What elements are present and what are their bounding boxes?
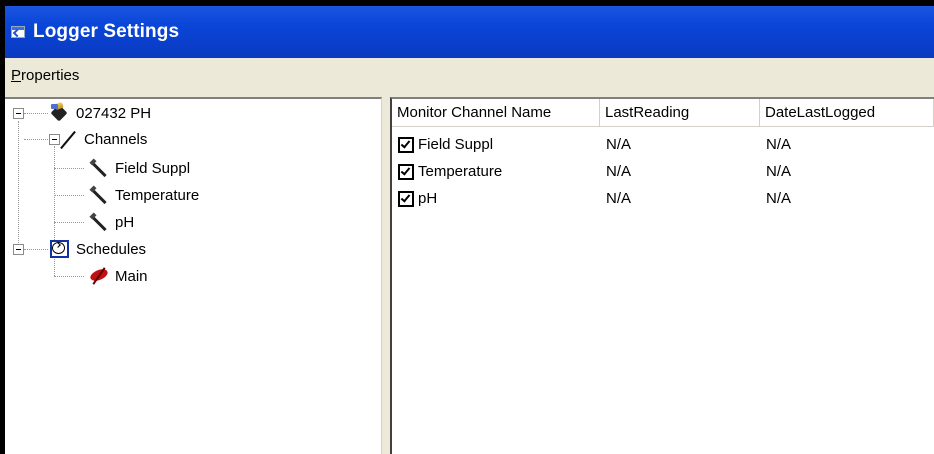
- channel-name: Temperature: [418, 163, 503, 180]
- collapse-root-icon[interactable]: [13, 108, 24, 119]
- list-row[interactable]: Temperature N/A N/A: [392, 158, 934, 185]
- channel-checkbox[interactable]: [398, 136, 414, 153]
- tree-node-schedules-label: Schedules: [76, 240, 147, 258]
- tree-node-root[interactable]: 027432 PH: [49, 101, 152, 123]
- cell-channel-name: Temperature: [392, 163, 600, 180]
- tree-node-channel-field-suppl[interactable]: Field Suppl: [88, 158, 191, 178]
- menu-item-properties[interactable]: Properties: [11, 67, 79, 84]
- cell-channel-name: pH: [392, 190, 600, 207]
- menu-item-properties-label: roperties: [21, 66, 80, 84]
- column-header-last-reading[interactable]: LastReading: [600, 99, 760, 127]
- tree-node-schedule-main[interactable]: Main: [88, 266, 149, 286]
- pen-icon: [57, 129, 79, 150]
- tree-line: [54, 222, 84, 223]
- probe-icon: [88, 185, 110, 205]
- logger-settings-window: Logger Settings Properties 027432 PH Cha…: [5, 6, 934, 454]
- cell-last-reading: N/A: [606, 163, 632, 180]
- channel-name: pH: [418, 190, 438, 207]
- cell-date-last-logged: N/A: [766, 163, 792, 180]
- tree-node-channel-ph[interactable]: pH: [88, 212, 135, 232]
- tree-line: [54, 195, 84, 196]
- tree-line: [54, 168, 84, 169]
- channel-list-view[interactable]: Monitor Channel Name LastReading DateLas…: [390, 97, 934, 454]
- title-bar[interactable]: Logger Settings: [5, 6, 934, 58]
- tree-line: [18, 121, 19, 251]
- column-header-date-last-logged[interactable]: DateLastLogged: [760, 99, 934, 127]
- cell-last-reading: N/A: [606, 190, 632, 207]
- tree-node-root-label: 027432 PH: [76, 104, 152, 122]
- tree-node-channel-label: pH: [115, 213, 135, 231]
- tree-node-channel-temperature[interactable]: Temperature: [88, 185, 200, 205]
- checkmark-icon: [400, 191, 411, 203]
- list-row[interactable]: Field Suppl N/A N/A: [392, 131, 934, 158]
- cell-last-reading: N/A: [606, 136, 632, 153]
- tree-line: [24, 249, 48, 250]
- tree-line: [54, 256, 55, 276]
- window-title: Logger Settings: [33, 21, 180, 42]
- channel-checkbox[interactable]: [398, 190, 414, 207]
- tree-view[interactable]: 027432 PH Channels Field Suppl Temperatu…: [5, 97, 382, 454]
- tree-line: [54, 276, 84, 277]
- window-arrow-icon: [11, 25, 27, 39]
- list-header: Monitor Channel Name LastReading DateLas…: [392, 99, 934, 127]
- tree-node-channel-label: Field Suppl: [115, 159, 191, 177]
- checkmark-icon: [400, 164, 411, 176]
- tree-node-schedule-label: Main: [115, 267, 148, 285]
- tree-node-channels[interactable]: Channels: [57, 129, 148, 150]
- tree-line: [54, 146, 55, 216]
- tree-line: [24, 113, 48, 114]
- clock-icon: [49, 239, 71, 259]
- probe-icon: [88, 158, 110, 178]
- collapse-schedules-icon[interactable]: [13, 244, 24, 255]
- list-row[interactable]: pH N/A N/A: [392, 185, 934, 212]
- probe-icon: [88, 212, 110, 232]
- menu-bar: Properties: [5, 58, 934, 92]
- tree-node-schedules[interactable]: Schedules: [49, 239, 147, 259]
- cell-channel-name: Field Suppl: [392, 136, 600, 153]
- channel-name: Field Suppl: [418, 136, 494, 153]
- cell-date-last-logged: N/A: [766, 190, 792, 207]
- channel-checkbox[interactable]: [398, 163, 414, 180]
- checkmark-icon: [400, 137, 411, 149]
- cell-date-last-logged: N/A: [766, 136, 792, 153]
- tree-node-channel-label: Temperature: [115, 186, 200, 204]
- logger-icon: [49, 101, 71, 123]
- schedule-main-icon: [88, 266, 110, 286]
- pane-splitter[interactable]: [382, 97, 390, 454]
- tree-line: [24, 139, 48, 140]
- menu-item-properties-mnemonic: P: [11, 66, 22, 84]
- list-rows: Field Suppl N/A N/A Temperature N/A N/A …: [392, 131, 934, 212]
- column-header-monitor-channel-name[interactable]: Monitor Channel Name: [392, 99, 600, 127]
- tree-node-channels-label: Channels: [84, 130, 148, 148]
